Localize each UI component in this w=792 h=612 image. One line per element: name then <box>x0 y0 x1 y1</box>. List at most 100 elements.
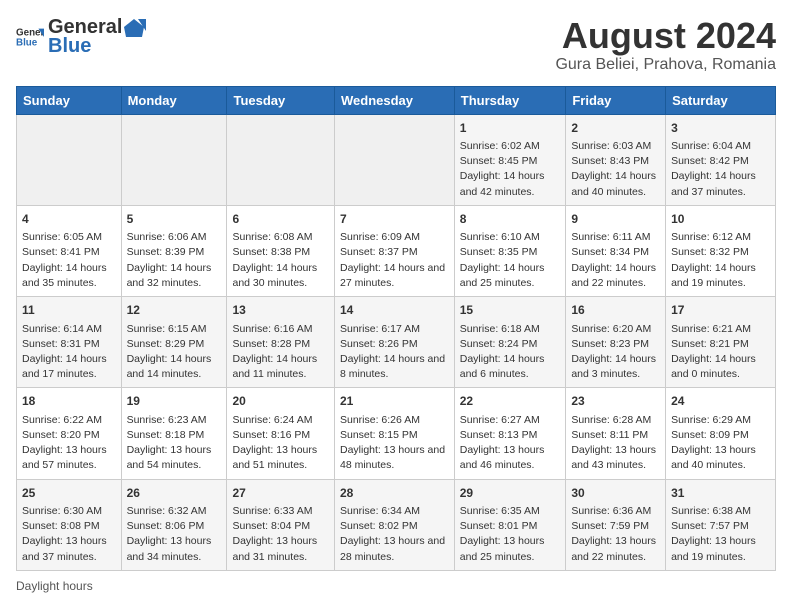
cell-content-line: Sunset: 8:32 PM <box>671 245 770 260</box>
day-number: 5 <box>127 211 222 228</box>
day-number: 7 <box>340 211 449 228</box>
cell-content-line: Daylight: 14 hours and 14 minutes. <box>127 352 222 382</box>
cell-content-line: Sunset: 8:01 PM <box>460 519 561 534</box>
cell-content-line: Sunset: 8:37 PM <box>340 245 449 260</box>
cell-content-line: Sunset: 8:41 PM <box>22 245 116 260</box>
day-number: 26 <box>127 485 222 502</box>
logo: General Blue General Blue <box>16 16 146 58</box>
calendar-cell: 31Sunrise: 6:38 AMSunset: 7:57 PMDayligh… <box>666 479 776 570</box>
cell-content-line: Sunset: 7:57 PM <box>671 519 770 534</box>
calendar-week-row: 25Sunrise: 6:30 AMSunset: 8:08 PMDayligh… <box>17 479 776 570</box>
cell-content-line: Sunrise: 6:24 AM <box>232 413 329 428</box>
cell-content-line: Sunrise: 6:29 AM <box>671 413 770 428</box>
cell-content-line: Sunset: 8:42 PM <box>671 154 770 169</box>
day-number: 20 <box>232 393 329 410</box>
cell-content-line: Sunrise: 6:06 AM <box>127 230 222 245</box>
cell-content-line: Sunset: 7:59 PM <box>571 519 660 534</box>
svg-text:Blue: Blue <box>16 37 38 48</box>
day-number: 19 <box>127 393 222 410</box>
calendar-cell: 23Sunrise: 6:28 AMSunset: 8:11 PMDayligh… <box>566 388 666 479</box>
cell-content-line: Daylight: 13 hours and 19 minutes. <box>671 534 770 564</box>
cell-content-line: Sunset: 8:28 PM <box>232 337 329 352</box>
calendar-cell: 19Sunrise: 6:23 AMSunset: 8:18 PMDayligh… <box>121 388 227 479</box>
day-number: 10 <box>671 211 770 228</box>
calendar-cell: 3Sunrise: 6:04 AMSunset: 8:42 PMDaylight… <box>666 114 776 205</box>
cell-content-line: Sunrise: 6:18 AM <box>460 322 561 337</box>
calendar-cell: 29 Sunrise: 6:35 AMSunset: 8:01 PMDayligh… <box>454 479 566 570</box>
calendar-cell: 20Sunrise: 6:24 AMSunset: 8:16 PMDayligh… <box>227 388 335 479</box>
cell-content-line: Sunrise: 6:11 AM <box>571 230 660 245</box>
cell-content-line: Sunset: 8:23 PM <box>571 337 660 352</box>
calendar-week-row: 18Sunrise: 6:22 AMSunset: 8:20 PMDayligh… <box>17 388 776 479</box>
cell-content-line: Sunset: 8:21 PM <box>671 337 770 352</box>
calendar-cell: 24 Sunrise: 6:29 AMSunset: 8:09 PMDayligh… <box>666 388 776 479</box>
cell-content-line: Daylight: 14 hours and 19 minutes. <box>671 261 770 291</box>
cell-content-line: Daylight: 14 hours and 32 minutes. <box>127 261 222 291</box>
day-number: 25 <box>22 485 116 502</box>
cell-content-line: Sunrise: 6:30 AM <box>22 504 116 519</box>
calendar-cell: 12Sunrise: 6:15 AMSunset: 8:29 PMDayligh… <box>121 297 227 388</box>
day-number: 21 <box>340 393 449 410</box>
cell-content-line: Daylight: 14 hours and 22 minutes. <box>571 261 660 291</box>
day-number: 2 <box>571 120 660 137</box>
cell-content-line: Sunset: 8:29 PM <box>127 337 222 352</box>
day-number: 16 <box>571 302 660 319</box>
cell-content-line: Daylight: 14 hours and 8 minutes. <box>340 352 449 382</box>
cell-content-line: Sunset: 8:43 PM <box>571 154 660 169</box>
month-year-title: August 2024 <box>555 16 776 56</box>
cell-content-line: Daylight: 13 hours and 25 minutes. <box>460 534 561 564</box>
cell-content-line: Sunrise: 6:20 AM <box>571 322 660 337</box>
cell-content-line: Sunset: 8:39 PM <box>127 245 222 260</box>
day-number: 28 <box>340 485 449 502</box>
cell-content-line: Daylight: 13 hours and 22 minutes. <box>571 534 660 564</box>
day-number: 13 <box>232 302 329 319</box>
cell-content-line: Daylight: 14 hours and 3 minutes. <box>571 352 660 382</box>
cell-content-line: Daylight: 13 hours and 51 minutes. <box>232 443 329 473</box>
calendar-cell: 2Sunrise: 6:03 AMSunset: 8:43 PMDaylight… <box>566 114 666 205</box>
cell-content-line: Sunrise: 6:03 AM <box>571 139 660 154</box>
cell-content-line: Sunset: 8:02 PM <box>340 519 449 534</box>
calendar-cell: 17Sunrise: 6:21 AMSunset: 8:21 PMDayligh… <box>666 297 776 388</box>
day-number: 6 <box>232 211 329 228</box>
day-number: 29 <box>460 485 561 502</box>
day-header-saturday: Saturday <box>666 86 776 114</box>
cell-content-line: Sunrise: 6:27 AM <box>460 413 561 428</box>
calendar-cell: 10Sunrise: 6:12 AMSunset: 8:32 PMDayligh… <box>666 205 776 296</box>
calendar-cell: 4Sunrise: 6:05 AMSunset: 8:41 PMDaylight… <box>17 205 122 296</box>
cell-content-line: Sunrise: 6:17 AM <box>340 322 449 337</box>
daylight-label: Daylight hours <box>16 579 93 593</box>
cell-content-line: Sunrise: 6:33 AM <box>232 504 329 519</box>
cell-content-line: Sunrise: 6:35 AM <box>460 504 561 519</box>
calendar-cell: 18Sunrise: 6:22 AMSunset: 8:20 PMDayligh… <box>17 388 122 479</box>
cell-content-line: Sunset: 8:04 PM <box>232 519 329 534</box>
cell-content-line: Sunset: 8:09 PM <box>671 428 770 443</box>
cell-content-line: Daylight: 14 hours and 30 minutes. <box>232 261 329 291</box>
calendar-cell: 15Sunrise: 6:18 AMSunset: 8:24 PMDayligh… <box>454 297 566 388</box>
calendar-cell: 26Sunrise: 6:32 AMSunset: 8:06 PMDayligh… <box>121 479 227 570</box>
day-header-monday: Monday <box>121 86 227 114</box>
cell-content-line: Daylight: 14 hours and 6 minutes. <box>460 352 561 382</box>
day-number: 31 <box>671 485 770 502</box>
cell-content-line: Daylight: 13 hours and 57 minutes. <box>22 443 116 473</box>
day-header-thursday: Thursday <box>454 86 566 114</box>
cell-content-line: Sunrise: 6:36 AM <box>571 504 660 519</box>
calendar-week-row: 11Sunrise: 6:14 AMSunset: 8:31 PMDayligh… <box>17 297 776 388</box>
cell-content-line: Daylight: 14 hours and 27 minutes. <box>340 261 449 291</box>
cell-content-line: Sunset: 8:20 PM <box>22 428 116 443</box>
day-number: 24 <box>671 393 770 410</box>
cell-content-line: Daylight: 13 hours and 54 minutes. <box>127 443 222 473</box>
cell-content-line: Daylight: 14 hours and 11 minutes. <box>232 352 329 382</box>
cell-content-line: Daylight: 13 hours and 40 minutes. <box>671 443 770 473</box>
title-section: August 2024 Gura Beliei, Prahova, Romani… <box>555 16 776 74</box>
day-number: 3 <box>671 120 770 137</box>
cell-content-line: Sunrise: 6:05 AM <box>22 230 116 245</box>
cell-content-line: Daylight: 13 hours and 43 minutes. <box>571 443 660 473</box>
cell-content-line: Sunrise: 6:08 AM <box>232 230 329 245</box>
day-number: 22 <box>460 393 561 410</box>
cell-content-line: Sunrise: 6:02 AM <box>460 139 561 154</box>
calendar-cell: 22Sunrise: 6:27 AMSunset: 8:13 PMDayligh… <box>454 388 566 479</box>
day-number: 12 <box>127 302 222 319</box>
cell-content-line: Sunset: 8:34 PM <box>571 245 660 260</box>
calendar-cell <box>334 114 454 205</box>
cell-content-line: Daylight: 13 hours and 31 minutes. <box>232 534 329 564</box>
